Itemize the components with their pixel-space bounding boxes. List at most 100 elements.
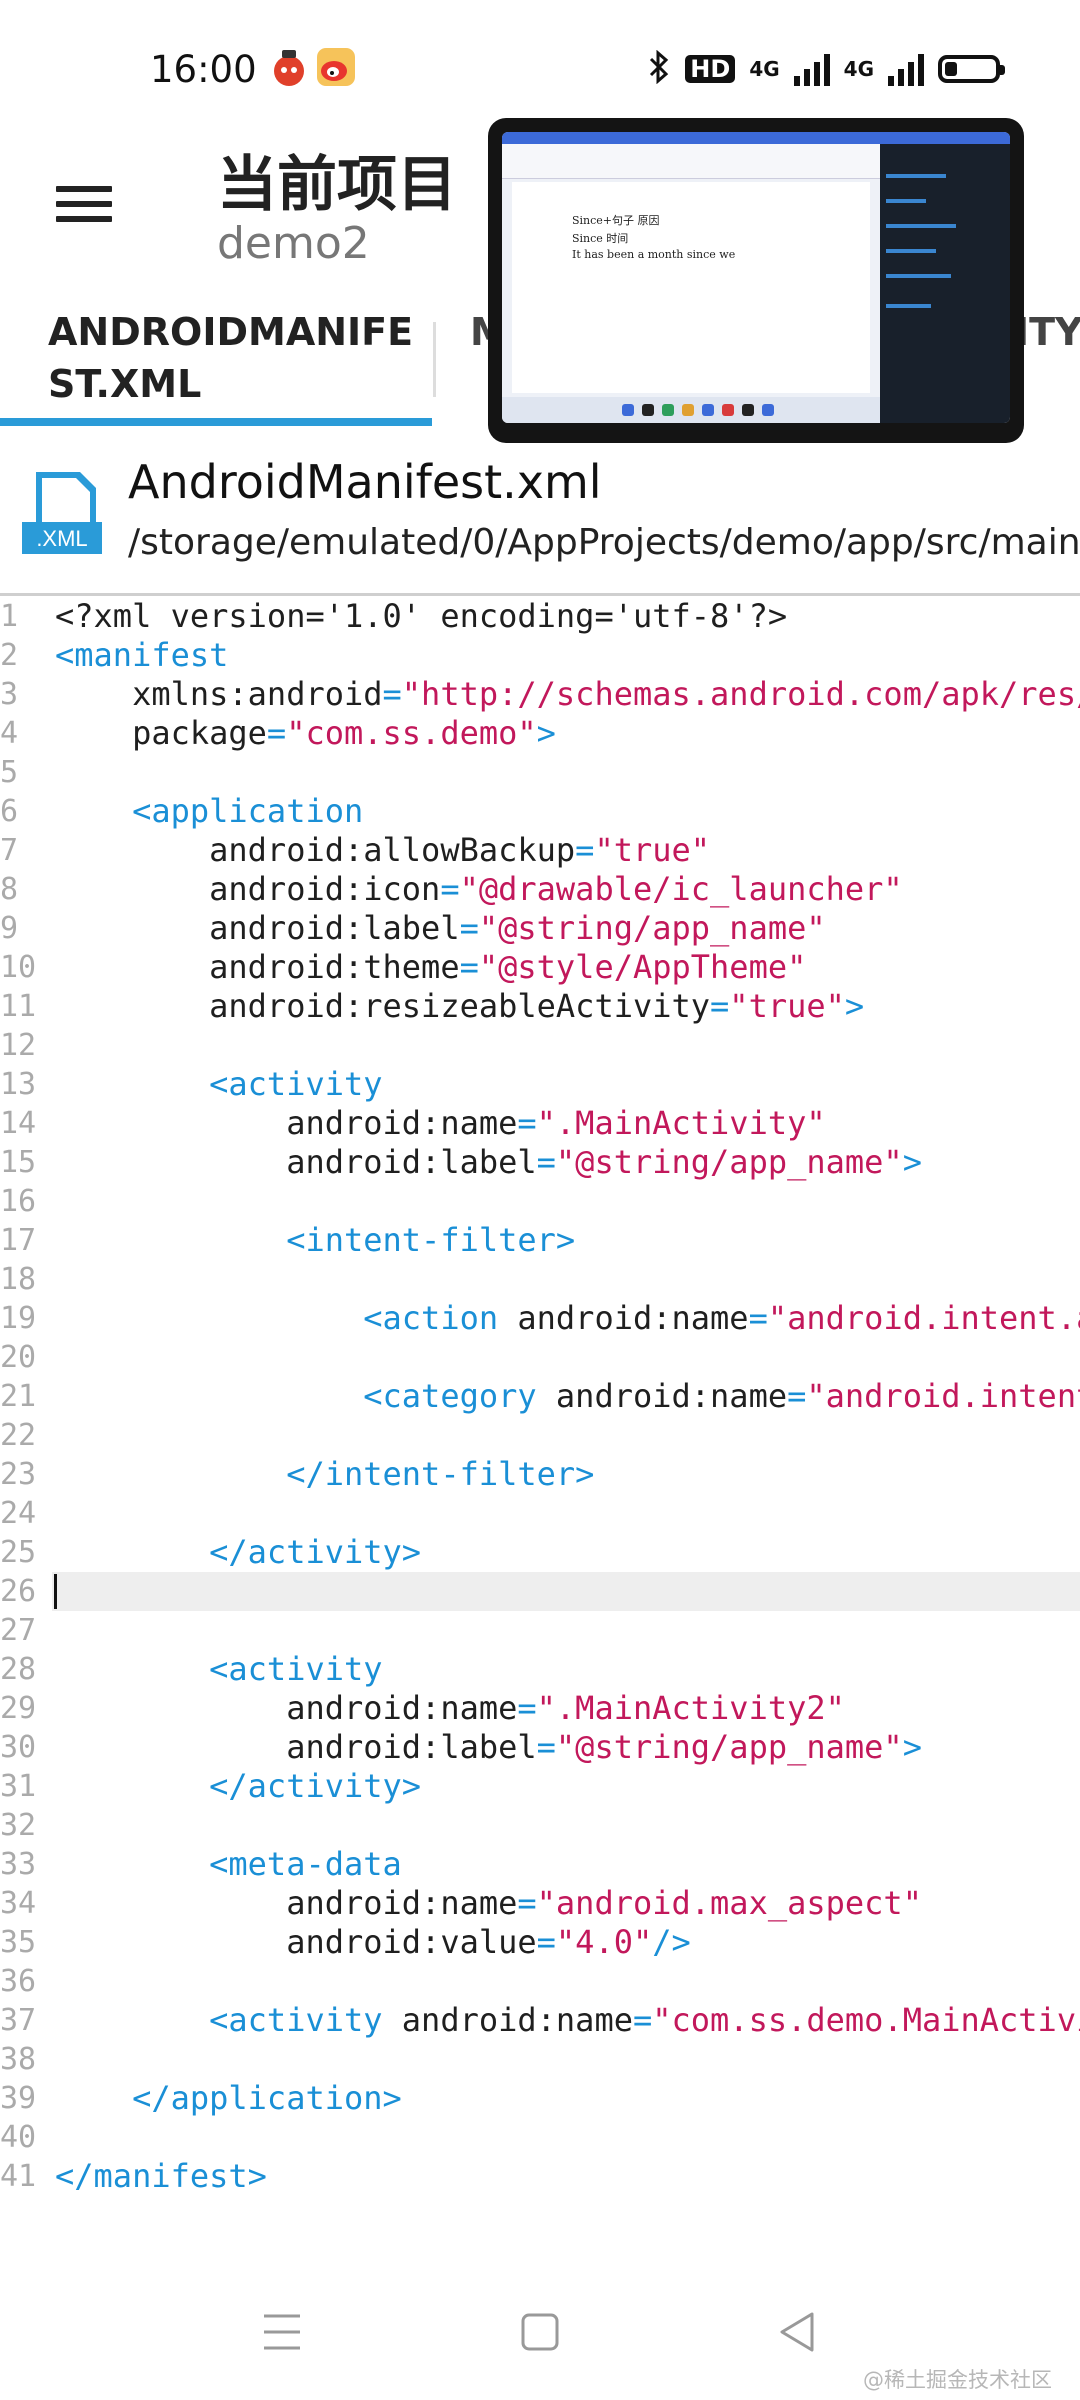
code-line: 7 android:allowBackup="true" [0, 831, 1080, 870]
line-number: 10 [0, 950, 37, 985]
code-token: manifest [74, 636, 229, 674]
code-line: 38 [0, 2040, 1080, 2079]
code-token: android:name [536, 1377, 788, 1415]
code-token: activity [228, 1065, 383, 1103]
line-number: 8 [0, 872, 19, 907]
tab-divider [433, 322, 436, 397]
svg-text:.XML: .XML [36, 526, 87, 551]
code-token: application [151, 792, 364, 830]
line-number: 9 [0, 911, 19, 946]
code-line: 2 <manifest [0, 636, 1080, 675]
code-token: </ [55, 1455, 325, 1493]
code-token: android:allowBackup [55, 831, 576, 869]
file-path: /storage/emulated/0/AppProjects/demo/app… [128, 522, 1080, 563]
code-line: 9 android:label="@string/app_name" [0, 909, 1080, 948]
divider [0, 593, 1080, 596]
code-token: android:label [55, 909, 460, 947]
tab-third[interactable]: ITY [1015, 306, 1080, 358]
hamburger-menu-icon[interactable] [56, 186, 112, 226]
weibo-notification-icon [315, 46, 357, 88]
file-name: AndroidManifest.xml [128, 455, 602, 509]
home-square-icon[interactable] [520, 2310, 560, 2358]
code-text: <action android:name="android.intent.act… [55, 1299, 1080, 1338]
code-token: xmlns:android [55, 675, 383, 713]
code-token: < [55, 1845, 229, 1883]
code-token: activity [228, 2001, 383, 2039]
line-number: 11 [0, 989, 37, 1024]
menu-lines-icon[interactable] [262, 2310, 302, 2358]
tab-androidmanifest[interactable]: ANDROIDMANIFE ST.XML [48, 306, 428, 410]
doc-line-2: Since 时间 [572, 232, 629, 245]
code-token: android:label [55, 1143, 537, 1181]
code-line: 4 package="com.ss.demo"> [0, 714, 1080, 753]
code-token: > [844, 987, 865, 1025]
code-token: android:name [55, 1884, 518, 1922]
line-number: 12 [0, 1028, 37, 1063]
line-number: 31 [0, 1769, 37, 1804]
code-token: = [575, 831, 595, 869]
line-number: 7 [0, 833, 19, 868]
code-text: android:label="@string/app_name"> [55, 1143, 922, 1182]
code-line: 8 android:icon="@drawable/ic_launcher" [0, 870, 1080, 909]
word-ribbon [502, 144, 880, 179]
clock: 16:00 [150, 48, 257, 91]
signal-icon [793, 52, 830, 86]
line-number: 41 [0, 2159, 37, 2194]
line-number: 38 [0, 2042, 37, 2077]
code-text: <activity [55, 1065, 383, 1104]
code-token: = [536, 1728, 556, 1766]
code-token: /> [652, 1923, 691, 1961]
code-text: android:resizeableActivity="true"> [55, 987, 864, 1026]
code-line: 20 [0, 1338, 1080, 1377]
code-text: <intent-filter> [55, 1221, 575, 1260]
code-text: <?xml version='1.0' encoding='utf-8'?> [55, 597, 787, 636]
doc-line-3: It has been a month since we [572, 248, 736, 261]
code-editor[interactable]: 1 <?xml version='1.0' encoding='utf-8'?> 2… [0, 597, 1080, 2217]
code-token: manifest [93, 2157, 248, 2195]
code-token: "@string/app_name" [555, 1143, 903, 1181]
code-line: 16 [0, 1182, 1080, 1221]
code-line: 22 [0, 1416, 1080, 1455]
code-token: </ [55, 1533, 248, 1571]
code-token: "com.ss.demo.MainActivity2 [652, 2001, 1080, 2039]
code-token: > [401, 1767, 422, 1805]
code-text: xmlns:android="http://schemas.android.co… [55, 675, 1080, 714]
code-token: "true" [729, 987, 845, 1025]
status-icons: HD 4G 4G [647, 49, 1005, 88]
code-token: < [55, 1650, 229, 1688]
code-text: android:value="4.0"/> [55, 1923, 691, 1962]
code-token: = [266, 714, 287, 752]
floating-window[interactable]: Since+句子 原因 Since 时间 It has been a month… [488, 118, 1024, 443]
code-token: < [55, 2001, 229, 2039]
code-line: 21 <category android:name="android.inten… [0, 1377, 1080, 1416]
code-token: android:name [55, 1104, 518, 1142]
code-token: intent-filter [324, 1455, 576, 1493]
line-number: 22 [0, 1418, 37, 1453]
back-triangle-icon[interactable] [778, 2310, 818, 2358]
code-token: android:theme [55, 948, 460, 986]
status-bar: 16:00 HD 4G 4G [0, 0, 1080, 120]
code-text: </activity> [55, 1533, 421, 1572]
code-token: action [382, 1299, 499, 1337]
code-token: intent-filter [305, 1221, 556, 1259]
document-page: Since+句子 原因 Since 时间 It has been a month… [512, 182, 870, 393]
code-line: 23 </intent-filter> [0, 1455, 1080, 1494]
code-token: "true" [594, 831, 711, 869]
code-token: = [536, 1923, 556, 1961]
code-line: 41 </manifest> [0, 2157, 1080, 2196]
code-token: </ [55, 2157, 94, 2195]
code-text: <category android:name="android.intent.c… [55, 1377, 1080, 1416]
code-token: > [902, 1728, 922, 1766]
code-token: "android.intent.ca [806, 1377, 1080, 1415]
code-text: android:name=".MainActivity" [55, 1104, 825, 1143]
code-line: 11 android:resizeableActivity="true"> [0, 987, 1080, 1026]
code-token: > [401, 1533, 422, 1571]
code-line: 32 [0, 1806, 1080, 1845]
code-token: "@style/AppTheme" [478, 948, 807, 986]
code-token: = [536, 1143, 556, 1181]
code-line: 15 android:label="@string/app_name"> [0, 1143, 1080, 1182]
code-token: < [55, 1299, 383, 1337]
network-type-2: 4G [843, 57, 874, 81]
code-token: "@drawable/ic_launcher" [459, 870, 903, 908]
line-number: 28 [0, 1652, 37, 1687]
